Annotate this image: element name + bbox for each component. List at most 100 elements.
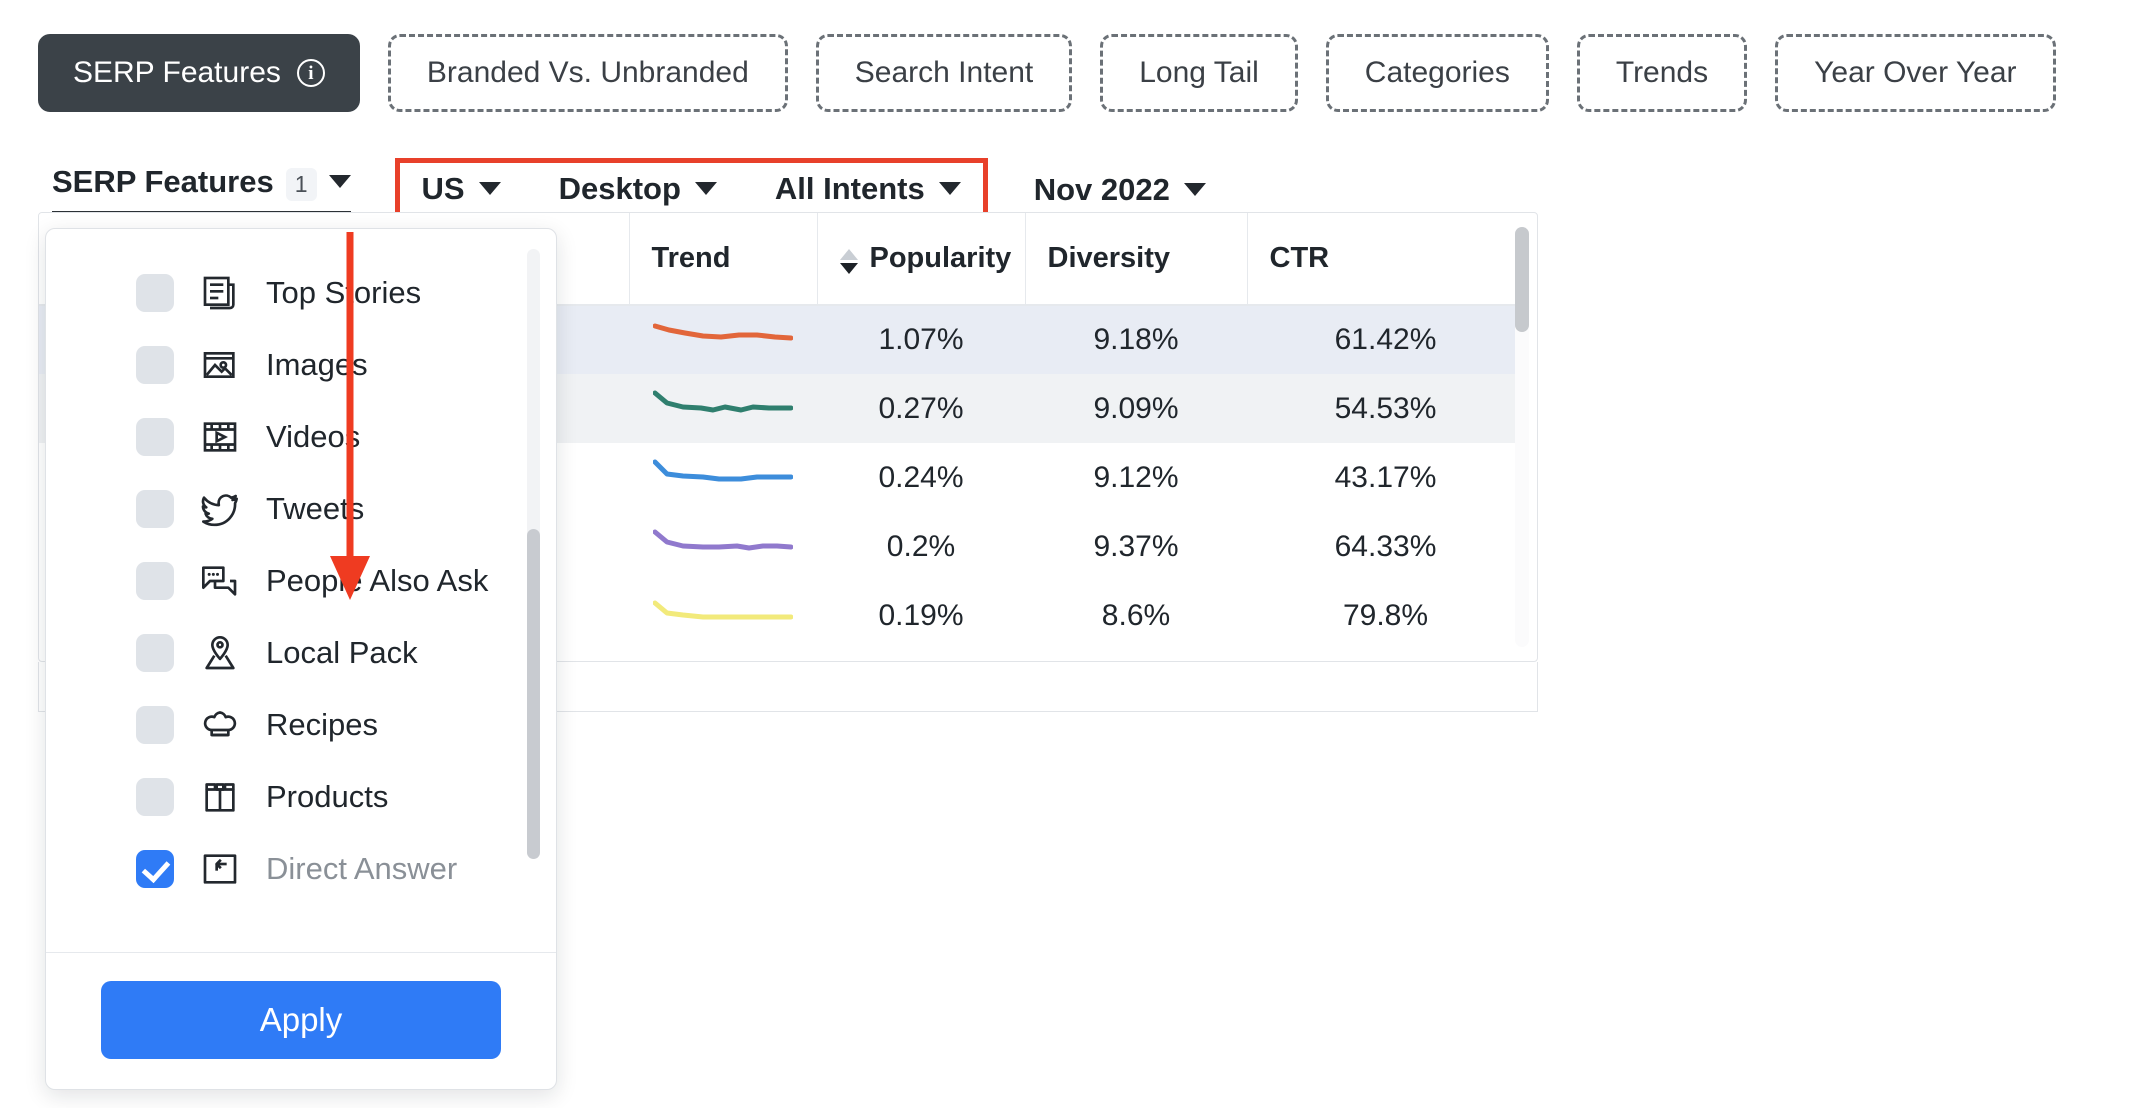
serp-features-filter-count: 1 xyxy=(286,168,317,201)
cell-trend xyxy=(629,443,817,512)
dropdown-footer: Apply xyxy=(46,952,556,1089)
chevron-down-icon[interactable] xyxy=(939,182,961,195)
screen-root: SERP Features i Branded Vs. Unbranded Se… xyxy=(0,0,2150,1108)
serp-features-filter[interactable]: SERP Features 1 xyxy=(52,164,351,216)
trend-sparkline xyxy=(653,387,793,431)
column-header-ctr[interactable]: CTR xyxy=(1247,213,1524,305)
tab-year-over-year[interactable]: Year Over Year xyxy=(1775,34,2055,112)
serp-features-filter-label: SERP Features xyxy=(52,164,274,200)
direct-answer-icon xyxy=(200,849,240,889)
option-tweets[interactable]: Tweets xyxy=(46,473,556,545)
tab-categories[interactable]: Categories xyxy=(1326,34,1549,112)
date-filter[interactable]: Nov 2022 xyxy=(1034,172,1206,208)
images-icon xyxy=(200,345,240,385)
cell-diversity: 9.18% xyxy=(1025,305,1247,374)
people-also-ask-icon xyxy=(200,561,240,601)
device-filter[interactable]: Desktop xyxy=(559,171,717,207)
checkbox[interactable] xyxy=(136,490,174,528)
chevron-down-icon[interactable] xyxy=(695,182,717,195)
trend-sparkline xyxy=(653,594,793,638)
tab-label: Categories xyxy=(1365,56,1510,90)
tab-label: Branded Vs. Unbranded xyxy=(427,56,749,90)
sort-indicator-icon[interactable] xyxy=(840,249,858,274)
trend-sparkline xyxy=(653,318,793,362)
option-label: Local Pack xyxy=(266,635,418,671)
option-people-also-ask[interactable]: People Also Ask xyxy=(46,545,556,617)
tab-label: SERP Features xyxy=(73,56,281,90)
products-icon xyxy=(200,777,240,817)
checkbox[interactable] xyxy=(136,418,174,456)
cell-diversity: 9.09% xyxy=(1025,374,1247,443)
tweets-icon xyxy=(200,489,240,529)
chevron-down-icon[interactable] xyxy=(1184,183,1206,196)
info-icon-glyph: i xyxy=(308,64,313,83)
cell-ctr: 64.33% xyxy=(1247,512,1524,581)
option-local-pack[interactable]: Local Pack xyxy=(46,617,556,689)
videos-icon xyxy=(200,417,240,457)
column-header-trend[interactable]: Trend xyxy=(629,213,817,305)
cell-ctr: 54.53% xyxy=(1247,374,1524,443)
tab-branded-vs-unbranded[interactable]: Branded Vs. Unbranded xyxy=(388,34,788,112)
cell-popularity: 0.2% xyxy=(817,512,1025,581)
option-videos[interactable]: Videos xyxy=(46,401,556,473)
tab-label: Trends xyxy=(1616,56,1708,90)
checkbox[interactable] xyxy=(136,562,174,600)
analysis-tab-strip: SERP Features i Branded Vs. Unbranded Se… xyxy=(38,34,2056,112)
serp-features-dropdown-panel: Top Stories Images Videos xyxy=(45,228,557,1090)
checkbox[interactable] xyxy=(136,634,174,672)
info-icon[interactable]: i xyxy=(297,59,325,87)
option-images[interactable]: Images xyxy=(46,329,556,401)
date-filter-value: Nov 2022 xyxy=(1034,172,1170,208)
tab-trends[interactable]: Trends xyxy=(1577,34,1747,112)
column-header-popularity-label: Popularity xyxy=(870,242,1012,274)
cell-ctr: 43.17% xyxy=(1247,443,1524,512)
cell-trend xyxy=(629,512,817,581)
cell-trend xyxy=(629,305,817,374)
checkbox[interactable] xyxy=(136,274,174,312)
checkbox[interactable] xyxy=(136,706,174,744)
cell-popularity: 0.24% xyxy=(817,443,1025,512)
recipes-icon xyxy=(200,705,240,745)
tab-long-tail[interactable]: Long Tail xyxy=(1100,34,1298,112)
cell-popularity: 0.27% xyxy=(817,374,1025,443)
top-stories-icon xyxy=(200,273,240,313)
checkbox[interactable] xyxy=(136,346,174,384)
intent-filter[interactable]: All Intents xyxy=(775,171,961,207)
cell-diversity: 9.11% xyxy=(1025,650,1247,662)
option-products[interactable]: Products xyxy=(46,761,556,833)
apply-button[interactable]: Apply xyxy=(101,981,501,1059)
column-header-diversity[interactable]: Diversity xyxy=(1025,213,1247,305)
column-header-popularity[interactable]: Popularity xyxy=(817,213,1025,305)
column-header-diversity-label: Diversity xyxy=(1048,242,1171,274)
device-filter-value: Desktop xyxy=(559,171,681,207)
option-label: Recipes xyxy=(266,707,378,743)
tab-label: Long Tail xyxy=(1139,56,1259,90)
cell-trend xyxy=(629,581,817,650)
cell-diversity: 8.6% xyxy=(1025,581,1247,650)
table-scrollbar-thumb[interactable] xyxy=(1515,227,1529,332)
cell-diversity: 9.37% xyxy=(1025,512,1247,581)
option-top-stories[interactable]: Top Stories xyxy=(46,257,556,329)
cell-trend xyxy=(629,374,817,443)
option-recipes[interactable]: Recipes xyxy=(46,689,556,761)
chevron-down-icon[interactable] xyxy=(479,182,501,195)
tab-serp-features[interactable]: SERP Features i xyxy=(38,34,360,112)
country-filter[interactable]: US xyxy=(422,171,501,207)
option-label: Products xyxy=(266,779,388,815)
option-label: Direct Answer xyxy=(266,851,457,887)
cell-diversity: 9.12% xyxy=(1025,443,1247,512)
checkbox[interactable] xyxy=(136,850,174,888)
annotation-down-arrow-icon xyxy=(320,232,380,612)
checkbox[interactable] xyxy=(136,778,174,816)
chevron-down-icon[interactable] xyxy=(329,175,351,188)
tab-label: Year Over Year xyxy=(1814,56,2016,90)
intent-filter-value: All Intents xyxy=(775,171,925,207)
dropdown-scrollbar-thumb[interactable] xyxy=(527,529,540,859)
option-direct-answer[interactable]: Direct Answer xyxy=(46,833,556,905)
cell-ctr: 50.46% xyxy=(1247,650,1524,662)
column-header-ctr-label: CTR xyxy=(1270,242,1330,274)
local-pack-icon xyxy=(200,633,240,673)
tab-search-intent[interactable]: Search Intent xyxy=(816,34,1072,112)
tab-label: Search Intent xyxy=(855,56,1033,90)
cell-trend xyxy=(629,650,817,662)
